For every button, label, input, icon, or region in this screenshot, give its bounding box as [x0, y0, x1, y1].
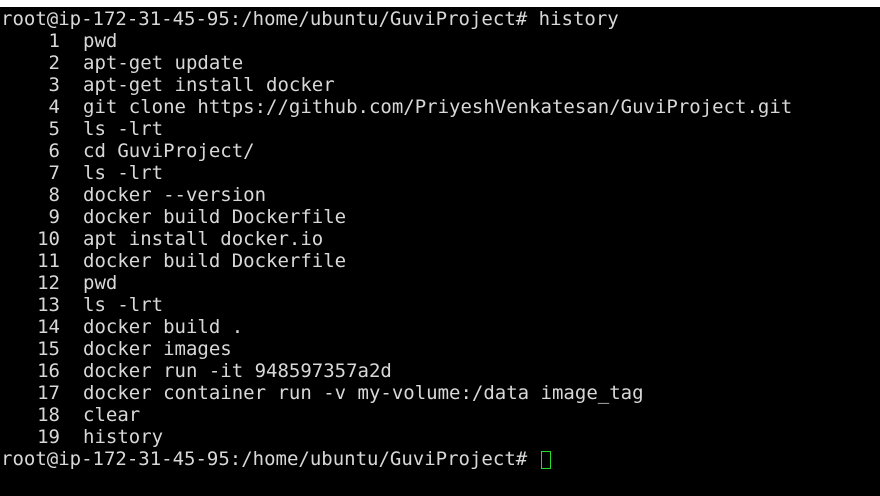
history-command: pwd: [83, 30, 118, 52]
history-entry: 16 docker run -it 948597357a2d: [1, 360, 392, 382]
history-entry: 10 apt install docker.io: [1, 228, 323, 250]
history-command: clear: [83, 404, 141, 426]
history-command: apt-get update: [83, 52, 244, 74]
history-number: 2: [48, 52, 60, 74]
history-command: apt install docker.io: [83, 228, 324, 250]
history-number: 4: [48, 96, 60, 118]
shell-prompt: root@ip-172-31-45-95:/home/ubuntu/GuviPr…: [1, 8, 528, 30]
history-command: apt-get install docker: [83, 74, 335, 96]
history-entry: 15 docker images: [1, 338, 232, 360]
history-number: 11: [37, 250, 60, 272]
cursor-block: [540, 450, 551, 469]
history-command: ls -lrt: [83, 162, 164, 184]
history-entry: 7 ls -lrt: [1, 162, 164, 184]
terminal-window[interactable]: root@ip-172-31-45-95:/home/ubuntu/GuviPr…: [0, 7, 880, 496]
history-number: 14: [37, 316, 60, 338]
history-number: 9: [48, 206, 60, 228]
history-command: cd GuviProject/: [83, 140, 255, 162]
history-command: docker build Dockerfile: [83, 206, 347, 228]
history-number: 10: [37, 228, 60, 250]
shell-prompt: root@ip-172-31-45-95:/home/ubuntu/GuviPr…: [1, 448, 528, 470]
history-number: 15: [37, 338, 60, 360]
history-number: 19: [37, 426, 60, 448]
history-command: history: [83, 426, 164, 448]
prompt-line: root@ip-172-31-45-95:/home/ubuntu/GuviPr…: [1, 8, 619, 30]
history-number: 17: [37, 382, 60, 404]
history-command: git clone https://github.com/PriyeshVenk…: [83, 96, 793, 118]
history-command: ls -lrt: [83, 294, 164, 316]
history-entry: 13 ls -lrt: [1, 294, 163, 316]
history-entry: 18 clear: [1, 404, 140, 426]
history-command: docker build Dockerfile: [83, 250, 347, 272]
history-command: docker build .: [83, 316, 244, 338]
history-number: 5: [48, 118, 60, 140]
history-entry: 9 docker build Dockerfile: [1, 206, 347, 228]
history-number: 18: [37, 404, 60, 426]
history-entry: 1 pwd: [1, 30, 118, 52]
history-entry: 6 cd GuviProject/: [1, 140, 255, 162]
history-command: docker images: [83, 338, 232, 360]
history-entry: 19 history: [1, 426, 163, 448]
history-number: 13: [37, 294, 60, 316]
history-entry: 2 apt-get update: [1, 52, 244, 74]
command-text: history: [538, 8, 619, 30]
history-entry: 12 pwd: [1, 272, 117, 294]
history-number: 6: [48, 140, 60, 162]
history-entry: 17 docker container run -v my-volume:/dat…: [1, 382, 644, 404]
history-entry: 11 docker build Dockerfile: [1, 250, 346, 272]
current-prompt-line[interactable]: root@ip-172-31-45-95:/home/ubuntu/GuviPr…: [1, 448, 551, 470]
history-number: 7: [48, 162, 60, 184]
history-number: 8: [48, 184, 60, 206]
history-number: 12: [37, 272, 60, 294]
history-number: 16: [37, 360, 60, 382]
history-entry: 5 ls -lrt: [1, 118, 164, 140]
history-number: 3: [48, 74, 60, 96]
history-entry: 4 git clone https://github.com/PriyeshVen…: [1, 96, 793, 118]
history-command: docker container run -v my-volume:/data …: [83, 382, 644, 404]
history-entry: 3 apt-get install docker: [1, 74, 335, 96]
history-number: 1: [48, 30, 60, 52]
history-command: pwd: [83, 272, 118, 294]
history-command: docker run -it 948597357a2d: [83, 360, 392, 382]
history-command: ls -lrt: [83, 118, 164, 140]
history-command: docker --version: [83, 184, 267, 206]
history-entry: 14 docker build .: [1, 316, 243, 338]
history-entry: 8 docker --version: [1, 184, 266, 206]
